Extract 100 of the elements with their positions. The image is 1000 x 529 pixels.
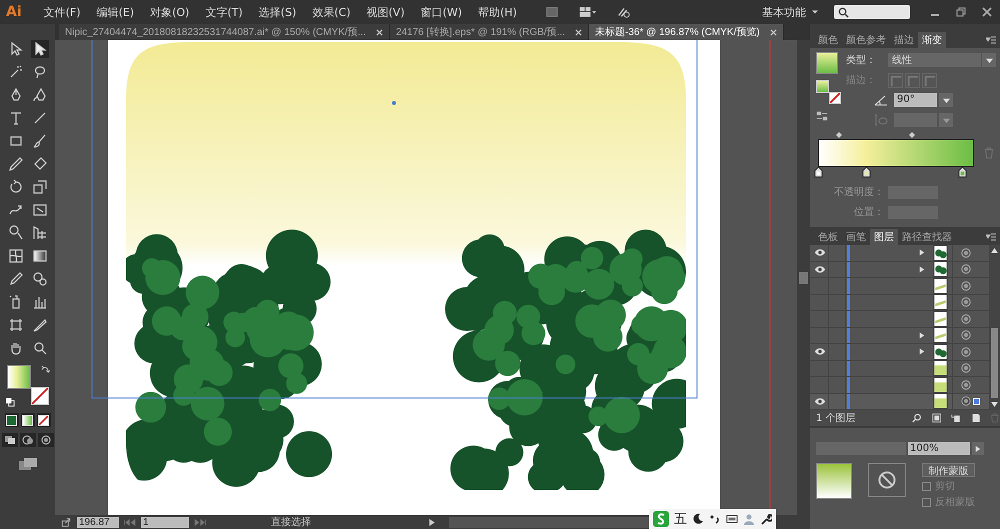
panel-tab[interactable]: 渐变 [918, 32, 946, 48]
opacity-arrow-button[interactable] [972, 442, 984, 455]
ime-logo-icon[interactable] [653, 511, 669, 527]
new-layer-icon[interactable] [970, 413, 980, 423]
restore-icon[interactable] [955, 6, 967, 18]
target-icon[interactable] [961, 248, 971, 258]
punctuation-icon[interactable] [709, 513, 721, 525]
caret-icon[interactable] [942, 96, 950, 104]
draw-inside-icon[interactable] [38, 433, 54, 447]
color-stop-icon[interactable] [862, 167, 871, 178]
input-mode-label[interactable]: 五 [674, 510, 687, 528]
panel-tab[interactable]: 画笔 [842, 229, 870, 245]
target-icon[interactable] [961, 314, 971, 324]
menu-item[interactable]: 帮助(H) [470, 4, 525, 20]
menu-item[interactable]: 视图(V) [358, 4, 413, 20]
panel-tab[interactable]: 色板 [814, 229, 842, 245]
blend-icon[interactable] [30, 270, 48, 288]
visibility-toggle[interactable] [812, 394, 829, 409]
panel-tab[interactable]: 路径查找器 [898, 229, 956, 245]
target-icon[interactable] [961, 297, 971, 308]
moon-icon[interactable] [692, 513, 704, 525]
panel-menu-icon[interactable] [986, 233, 996, 241]
scroll-up-icon[interactable] [991, 248, 998, 253]
next-last-icon[interactable] [193, 518, 207, 526]
opacity-field[interactable]: 100% [908, 442, 970, 455]
layer-row[interactable] [810, 245, 989, 262]
page-field[interactable]: 1 [141, 516, 189, 528]
screen-mode-icon[interactable] [18, 457, 38, 471]
expand-arrow-icon[interactable] [919, 348, 925, 356]
mesh-icon[interactable] [6, 247, 24, 265]
search-icon[interactable] [912, 413, 922, 423]
shape-builder-icon[interactable] [6, 224, 24, 242]
perspective-grid-icon[interactable] [30, 224, 48, 242]
visibility-toggle[interactable] [812, 262, 829, 277]
vertical-scrollbar[interactable] [797, 40, 810, 515]
document-tab[interactable]: 24176 [转换].eps* @ 191% (RGB/预... [390, 24, 590, 40]
close-icon[interactable] [376, 28, 383, 36]
layer-row[interactable] [810, 360, 989, 377]
color-mode-button[interactable] [4, 413, 18, 427]
color-stop-icon[interactable] [814, 167, 823, 178]
expand-arrow-icon[interactable] [919, 332, 925, 339]
menu-item[interactable]: 窗口(W) [412, 4, 470, 20]
workspace-switcher[interactable]: 基本功能 [762, 4, 818, 20]
arrange-documents-icon[interactable] [578, 5, 597, 19]
close-icon[interactable] [981, 6, 993, 18]
panel-tab[interactable]: 描边 [890, 32, 918, 48]
slice-icon[interactable] [30, 316, 48, 334]
angle-field[interactable]: 90° [894, 93, 937, 107]
panel-menu-icon[interactable] [986, 36, 996, 44]
selection-bounding-box[interactable] [92, 40, 698, 398]
keyboard-icon[interactable] [726, 513, 738, 525]
layer-row[interactable] [810, 278, 989, 294]
fill-swatch[interactable] [6, 365, 30, 389]
target-icon[interactable] [961, 380, 971, 390]
fill-swatch[interactable] [816, 80, 829, 93]
layer-row[interactable] [810, 294, 989, 311]
target-icon[interactable] [961, 264, 971, 274]
panel-tab[interactable]: 颜色参考 [842, 32, 890, 48]
target-icon[interactable] [961, 363, 971, 374]
stroke-swatch[interactable] [30, 387, 48, 405]
wrench-icon[interactable] [760, 513, 772, 525]
zoom-field[interactable]: 196.87 [77, 516, 119, 528]
panel-tab[interactable]: 颜色 [814, 32, 842, 48]
type-dropdown[interactable]: 线性 [888, 53, 996, 67]
share-icon[interactable] [59, 518, 73, 526]
scroll-down-icon[interactable] [991, 402, 998, 407]
layer-row[interactable] [810, 311, 989, 328]
close-icon[interactable] [770, 28, 777, 36]
menu-item[interactable]: 编辑(E) [88, 4, 142, 20]
direct-selection-icon[interactable] [30, 40, 48, 58]
layer-row[interactable] [810, 328, 989, 344]
swap-icon[interactable] [40, 365, 50, 374]
new-sublayer-icon[interactable] [951, 413, 961, 423]
default-colors-icon[interactable] [6, 398, 14, 407]
curvature-pen-icon[interactable] [30, 86, 48, 104]
stroke-swatch[interactable] [829, 92, 841, 104]
close-icon[interactable] [575, 28, 582, 36]
reverse-gradient-icon[interactable] [816, 110, 828, 122]
gradient-preview-swatch[interactable] [816, 52, 838, 74]
layer-row[interactable] [810, 344, 989, 360]
menu-item[interactable]: 效果(C) [304, 4, 359, 20]
expand-arrow-icon[interactable] [919, 249, 925, 256]
visibility-toggle[interactable] [812, 344, 829, 360]
target-icon[interactable] [961, 280, 971, 291]
visibility-toggle[interactable] [812, 245, 829, 260]
target-icon[interactable] [961, 346, 971, 357]
gradient-mode-button[interactable] [20, 413, 34, 427]
clipping-mask-icon[interactable] [932, 413, 942, 423]
menu-item[interactable]: 文件(F) [36, 4, 89, 20]
layers-scrollbar[interactable] [989, 245, 1000, 410]
none-mode-button[interactable] [36, 413, 50, 427]
menu-item[interactable]: 文字(T) [197, 4, 251, 20]
color-stop-icon[interactable] [958, 167, 967, 178]
make-mask-button[interactable]: 制作蒙版 [922, 463, 975, 477]
layer-row[interactable] [810, 262, 989, 278]
layer-row[interactable] [810, 394, 989, 410]
menu-item[interactable]: 选择(S) [250, 4, 304, 20]
draw-normal-icon[interactable] [2, 433, 18, 447]
search-field[interactable] [834, 5, 910, 19]
pencil-icon[interactable] [6, 155, 24, 173]
